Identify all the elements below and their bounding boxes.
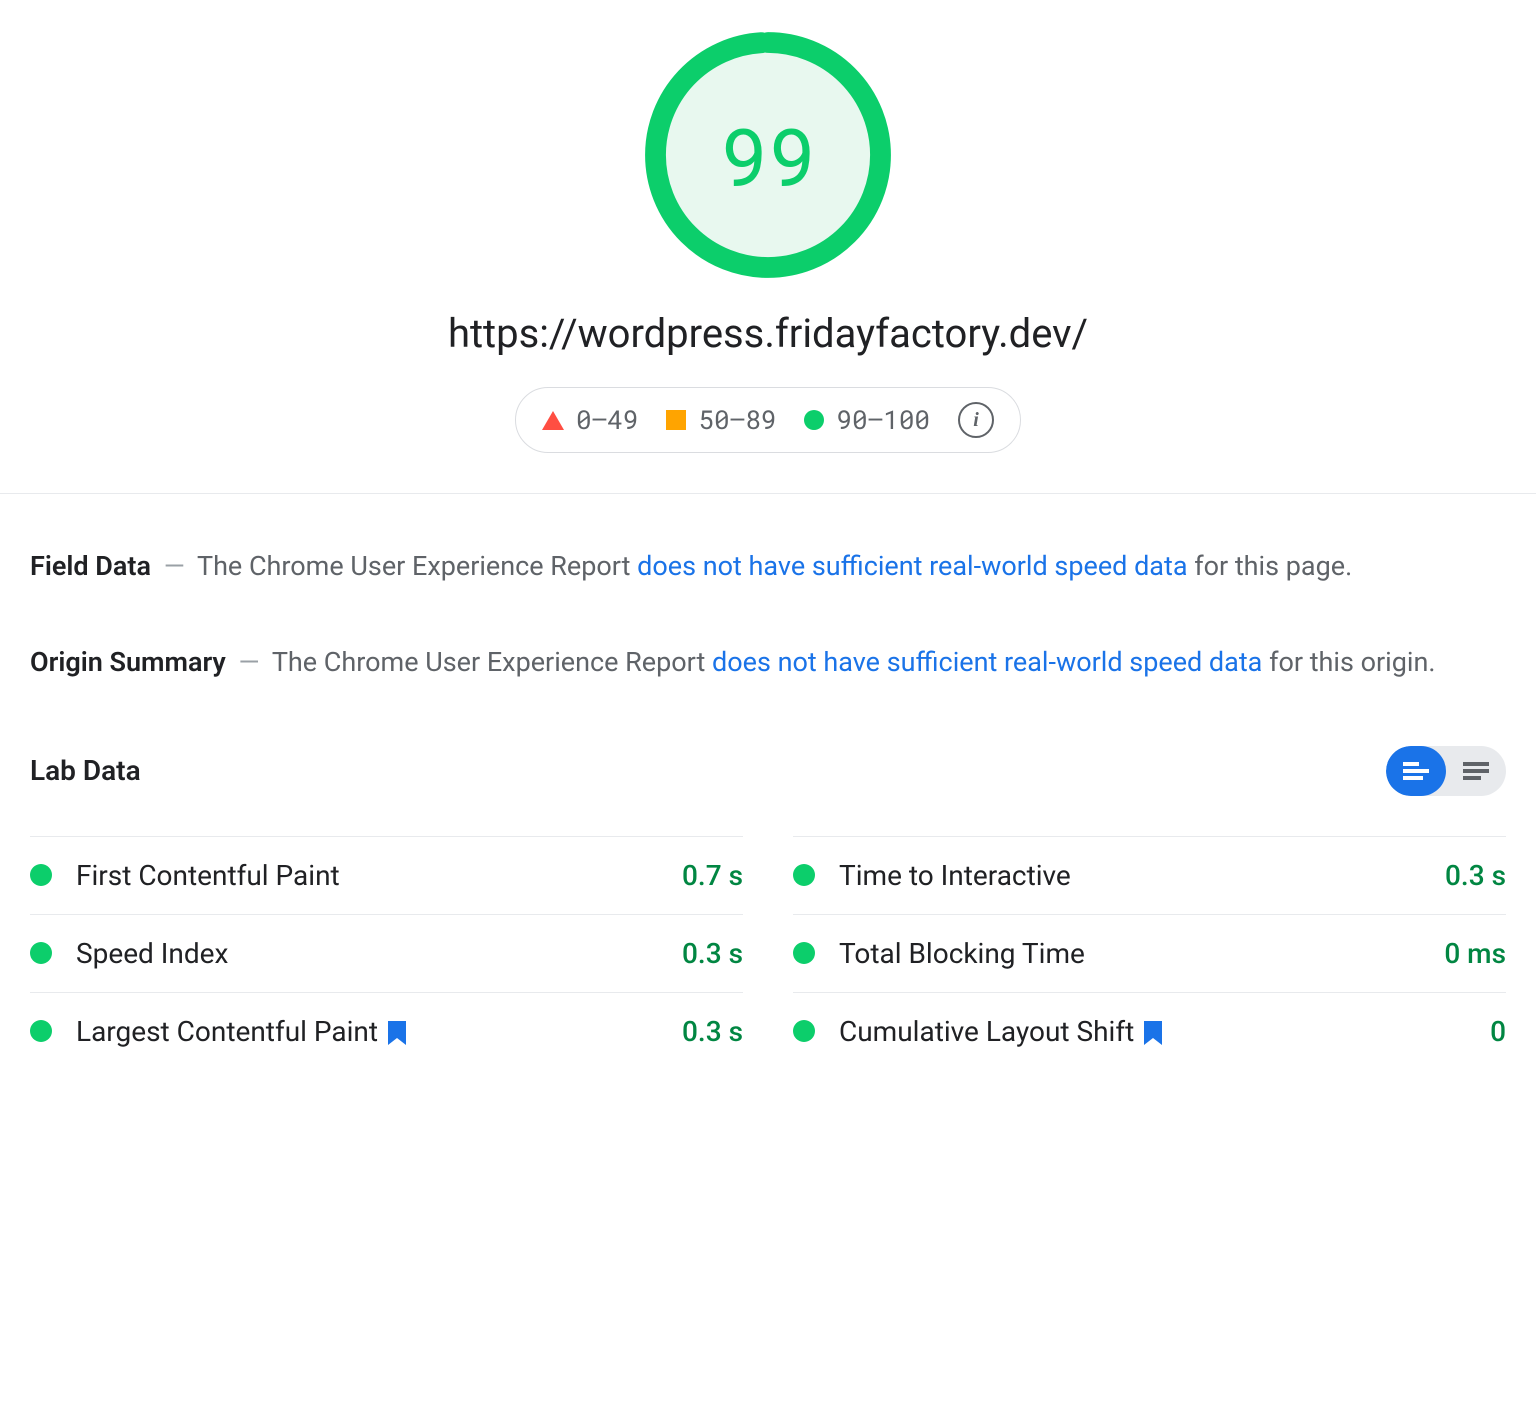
field-data-suffix: for this page. bbox=[1188, 550, 1353, 582]
origin-summary-paragraph: Origin Summary — The Chrome User Experie… bbox=[30, 640, 1506, 686]
content-section: Field Data — The Chrome User Experience … bbox=[0, 494, 1536, 1100]
metric-value: 0.3 s bbox=[682, 937, 743, 970]
metric-status-dot bbox=[793, 1020, 815, 1042]
triangle-icon bbox=[542, 411, 564, 430]
metric-label-text: Total Blocking Time bbox=[839, 937, 1085, 970]
metric-label: First Contentful Paint bbox=[76, 859, 682, 892]
metrics-grid: First Contentful Paint 0.7 s Time to Inter… bbox=[30, 836, 1506, 1070]
field-data-link[interactable]: does not have sufficient real-world spee… bbox=[637, 550, 1187, 582]
bookmark-icon bbox=[388, 1019, 406, 1043]
metric-row[interactable]: Cumulative Layout Shift 0 bbox=[793, 992, 1506, 1070]
tested-url: https://wordpress.fridayfactory.dev/ bbox=[448, 310, 1088, 357]
score-legend: 0–49 50–89 90–100 i bbox=[515, 387, 1021, 453]
metric-row[interactable]: Time to Interactive 0.3 s bbox=[793, 836, 1506, 914]
legend-good-range: 90–100 bbox=[836, 403, 930, 437]
metric-label-text: Time to Interactive bbox=[839, 859, 1071, 892]
metric-status-dot bbox=[793, 864, 815, 886]
circle-icon bbox=[804, 410, 824, 430]
metric-value: 0.3 s bbox=[682, 1015, 743, 1048]
legend-poor: 0–49 bbox=[542, 403, 638, 437]
field-data-paragraph: Field Data — The Chrome User Experience … bbox=[30, 544, 1506, 590]
square-icon bbox=[666, 410, 686, 430]
metric-value: 0 ms bbox=[1444, 937, 1506, 970]
expanded-view-icon bbox=[1403, 762, 1429, 780]
metric-value: 0 bbox=[1490, 1015, 1506, 1048]
metric-value: 0.7 s bbox=[682, 859, 743, 892]
field-data-prefix: The Chrome User Experience Report bbox=[197, 550, 637, 582]
metric-label: Largest Contentful Paint bbox=[76, 1015, 682, 1048]
origin-summary-link[interactable]: does not have sufficient real-world spee… bbox=[712, 646, 1262, 678]
metric-label-text: Speed Index bbox=[76, 937, 228, 970]
metric-label: Cumulative Layout Shift bbox=[839, 1015, 1490, 1048]
metric-label: Total Blocking Time bbox=[839, 937, 1444, 970]
origin-summary-suffix: for this origin. bbox=[1262, 646, 1435, 678]
compact-view-icon bbox=[1463, 762, 1489, 780]
view-toggle-expanded[interactable] bbox=[1386, 746, 1446, 796]
score-section: 99 https://wordpress.fridayfactory.dev/ … bbox=[0, 0, 1536, 493]
metric-row[interactable]: Total Blocking Time 0 ms bbox=[793, 914, 1506, 992]
metric-label: Time to Interactive bbox=[839, 859, 1445, 892]
metric-row[interactable]: First Contentful Paint 0.7 s bbox=[30, 836, 743, 914]
lab-data-header: Lab Data bbox=[30, 746, 1506, 796]
legend-average: 50–89 bbox=[666, 403, 776, 437]
dash-separator: — bbox=[239, 646, 260, 678]
metric-label: Speed Index bbox=[76, 937, 682, 970]
lab-data-title: Lab Data bbox=[30, 754, 141, 787]
score-value: 99 bbox=[720, 102, 816, 208]
bookmark-icon bbox=[1144, 1019, 1162, 1043]
metric-row[interactable]: Speed Index 0.3 s bbox=[30, 914, 743, 992]
metric-value: 0.3 s bbox=[1445, 859, 1506, 892]
view-toggle bbox=[1386, 746, 1506, 796]
metric-status-dot bbox=[30, 864, 52, 886]
legend-poor-range: 0–49 bbox=[576, 403, 638, 437]
metric-status-dot bbox=[30, 942, 52, 964]
metric-status-dot bbox=[793, 942, 815, 964]
metric-label-text: Largest Contentful Paint bbox=[76, 1015, 378, 1048]
metric-status-dot bbox=[30, 1020, 52, 1042]
view-toggle-compact[interactable] bbox=[1446, 746, 1506, 796]
dash-separator: — bbox=[164, 550, 185, 582]
legend-good: 90–100 bbox=[804, 403, 930, 437]
metric-label-text: Cumulative Layout Shift bbox=[839, 1015, 1134, 1048]
score-gauge: 99 bbox=[643, 30, 893, 280]
legend-average-range: 50–89 bbox=[698, 403, 776, 437]
metric-label-text: First Contentful Paint bbox=[76, 859, 340, 892]
metric-row[interactable]: Largest Contentful Paint 0.3 s bbox=[30, 992, 743, 1070]
field-data-label: Field Data bbox=[30, 550, 151, 582]
origin-summary-label: Origin Summary bbox=[30, 646, 226, 678]
info-icon[interactable]: i bbox=[958, 402, 994, 438]
origin-summary-prefix: The Chrome User Experience Report bbox=[272, 646, 712, 678]
